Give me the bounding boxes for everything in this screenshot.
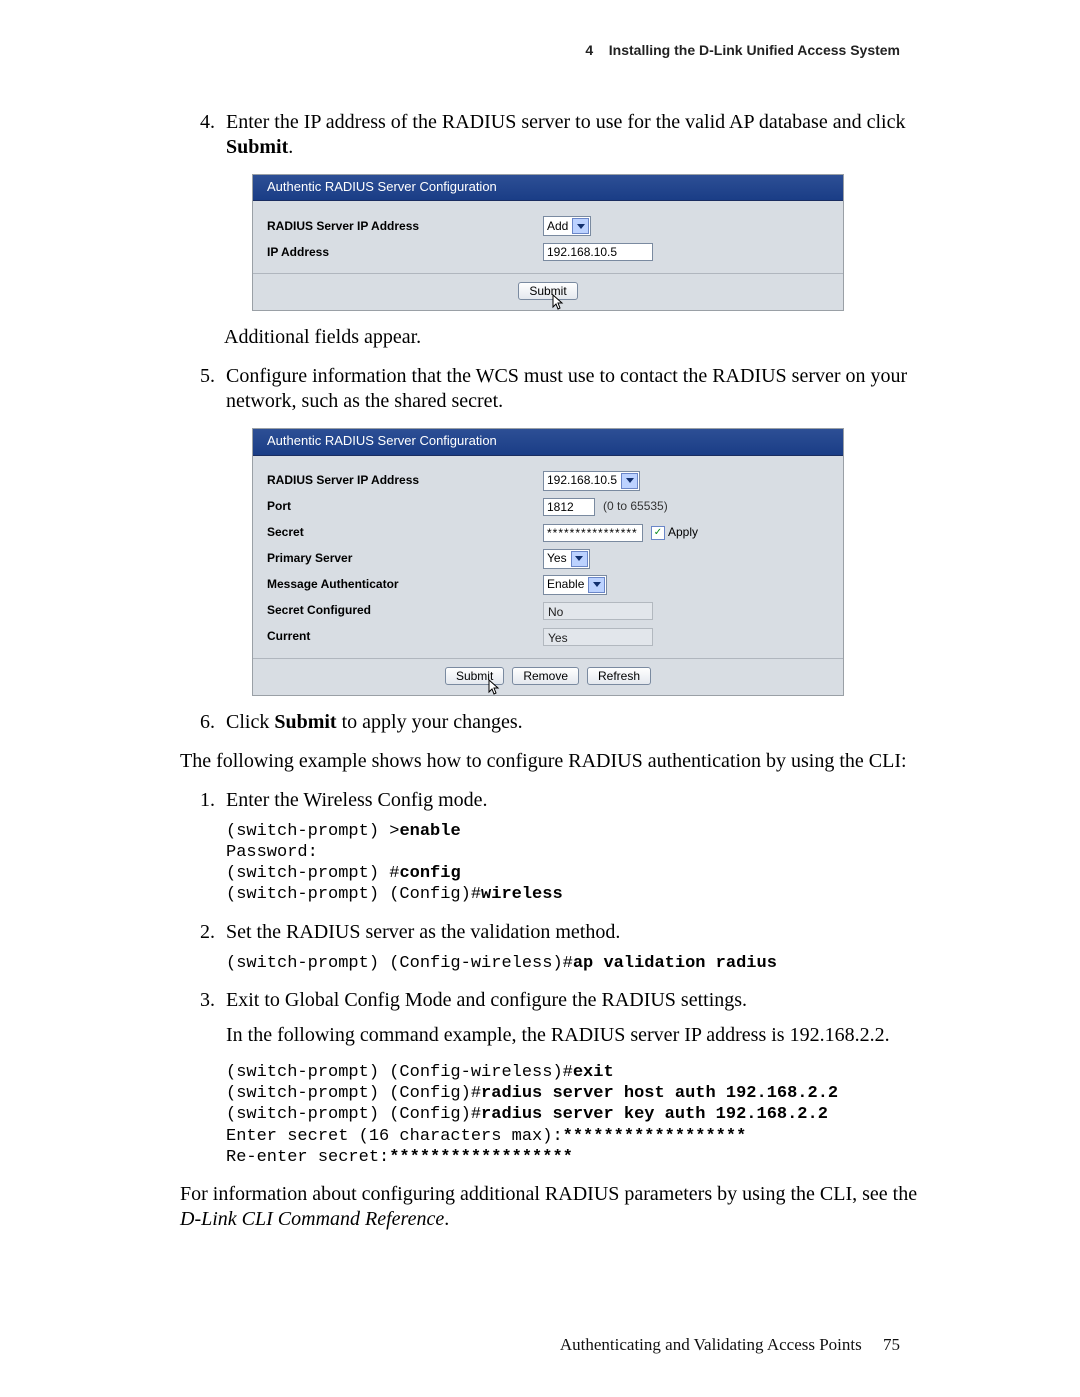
panel1-ip-input[interactable] (543, 243, 653, 261)
panel2-label-msgauth: Message Authenticator (267, 577, 543, 592)
chapter-title: Installing the D-Link Unified Access Sys… (609, 42, 900, 58)
panel2-secconf-value: No (543, 602, 653, 620)
panel2-submit-button[interactable]: Submit (445, 667, 504, 685)
after-panel1-text: Additional fields appear. (224, 325, 940, 350)
panel2-label-current: Current (267, 629, 543, 644)
panel2-apply-checkbox[interactable]: ✓ Apply (651, 525, 698, 540)
chevron-down-icon (588, 577, 605, 593)
reference-title: D-Link CLI Command Reference (180, 1208, 444, 1230)
config-panel-1: Authentic RADIUS Server Configuration RA… (252, 174, 844, 311)
cli-block-3: (switch-prompt) (Config-wireless)#exit (… (226, 1062, 940, 1168)
panel2-label-secconf: Secret Configured (267, 603, 543, 618)
cli-intro: The following example shows how to confi… (180, 749, 940, 774)
panel2-title: Authentic RADIUS Server Configuration (253, 429, 843, 455)
step-4: Enter the IP address of the RADIUS serve… (220, 110, 940, 350)
panel2-secret-input[interactable] (543, 524, 643, 542)
cli-block-2: (switch-prompt) (Config-wireless)#ap val… (226, 953, 940, 974)
closing-paragraph: For information about configuring additi… (180, 1182, 940, 1232)
panel1-label-ip: IP Address (267, 245, 543, 260)
chevron-down-icon (572, 218, 589, 234)
chevron-down-icon (621, 473, 638, 489)
panel2-msgauth-select[interactable]: Enable (543, 575, 607, 595)
check-icon: ✓ (651, 526, 665, 540)
step-5-text: Configure information that the WCS must … (226, 365, 907, 412)
panel2-refresh-button[interactable]: Refresh (587, 667, 651, 685)
panel2-label-secret: Secret (267, 525, 543, 540)
panel1-ipmode-select[interactable]: Add (543, 216, 591, 236)
footer-page-number: 75 (883, 1335, 900, 1354)
step-5: Configure information that the WCS must … (220, 364, 940, 695)
cli-step-1: Enter the Wireless Config mode. (switch-… (220, 788, 940, 906)
panel2-port-input[interactable] (543, 498, 595, 516)
cli-step-2: Set the RADIUS server as the validation … (220, 920, 940, 974)
cli-step-3-para: In the following command example, the RA… (226, 1023, 940, 1048)
chevron-down-icon (571, 551, 588, 567)
config-panel-2: Authentic RADIUS Server Configuration RA… (252, 428, 844, 695)
cli-step-3: Exit to Global Config Mode and configure… (220, 988, 940, 1168)
panel2-current-value: Yes (543, 628, 653, 646)
footer-section: Authenticating and Validating Access Poi… (560, 1335, 862, 1354)
panel1-title: Authentic RADIUS Server Configuration (253, 175, 843, 201)
step-6-bold: Submit (274, 711, 336, 733)
panel2-label-port: Port (267, 499, 543, 514)
chapter-num: 4 (585, 42, 593, 58)
panel2-label-ipsel: RADIUS Server IP Address (267, 473, 543, 488)
panel2-remove-button[interactable]: Remove (512, 667, 579, 685)
panel2-primary-select[interactable]: Yes (543, 549, 590, 569)
panel2-label-primary: Primary Server (267, 551, 543, 566)
page-footer: Authenticating and Validating Access Poi… (0, 1334, 1080, 1355)
step-4-text: Enter the IP address of the RADIUS serve… (226, 111, 905, 133)
step-6: Click Submit to apply your changes. (220, 710, 940, 735)
running-header: 4 Installing the D-Link Unified Access S… (0, 42, 1080, 60)
cli-block-1: (switch-prompt) >enable Password: (switc… (226, 821, 940, 906)
step-4-bold: Submit (226, 136, 288, 158)
panel2-ip-select[interactable]: 192.168.10.5 (543, 471, 640, 491)
panel1-submit-button[interactable]: Submit (518, 282, 577, 300)
panel1-label-ipmode: RADIUS Server IP Address (267, 219, 543, 234)
panel2-port-range: (0 to 65535) (603, 499, 668, 514)
